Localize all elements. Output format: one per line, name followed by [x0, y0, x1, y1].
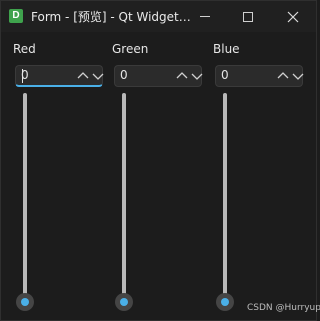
red-spinbox[interactable]: 0 — [15, 65, 105, 87]
close-icon — [287, 11, 299, 22]
red-label: Red — [13, 42, 36, 56]
red-slider[interactable] — [15, 93, 35, 311]
chevron-up-icon[interactable] — [276, 69, 290, 83]
green-slider[interactable] — [114, 93, 134, 311]
red-slider-handle[interactable] — [16, 293, 34, 311]
green-slider-track — [122, 93, 126, 297]
chevron-up-icon[interactable] — [175, 69, 189, 83]
blue-slider-handle[interactable] — [216, 293, 234, 311]
maximize-icon — [243, 11, 253, 22]
chevron-up-icon[interactable] — [76, 69, 90, 83]
blue-label: Blue — [213, 42, 240, 56]
blue-channel: Blue 0 — [213, 41, 305, 311]
minimize-button[interactable] — [182, 1, 228, 32]
minimize-icon — [200, 16, 210, 17]
green-slider-handle[interactable] — [115, 293, 133, 311]
green-spinbox[interactable]: 0 — [114, 65, 204, 87]
blue-spinbox-value: 0 — [221, 68, 229, 82]
chevron-down-icon[interactable] — [91, 69, 105, 83]
watermark-text: CSDN @Hurryuppp — [247, 303, 320, 313]
maximize-button[interactable] — [225, 1, 271, 32]
chevron-down-icon[interactable] — [291, 69, 305, 83]
title-bar[interactable]: D Form - [预览] - Qt Widget… — [1, 1, 316, 32]
blue-slider-track — [223, 93, 227, 297]
blue-slider[interactable] — [215, 93, 235, 311]
green-channel: Green 0 — [112, 41, 204, 311]
blue-spinbox[interactable]: 0 — [215, 65, 305, 87]
green-spinbox-value: 0 — [120, 68, 128, 82]
text-cursor — [22, 69, 23, 83]
main-window: D Form - [预览] - Qt Widget… Red 0 Green 0… — [0, 0, 320, 321]
chevron-down-icon[interactable] — [190, 69, 204, 83]
window-title: Form - [预览] - Qt Widget… — [31, 10, 191, 24]
red-channel: Red 0 — [13, 41, 105, 311]
close-button[interactable] — [270, 1, 316, 32]
app-icon: D — [9, 9, 23, 23]
red-slider-track — [23, 93, 27, 297]
green-label: Green — [112, 42, 149, 56]
